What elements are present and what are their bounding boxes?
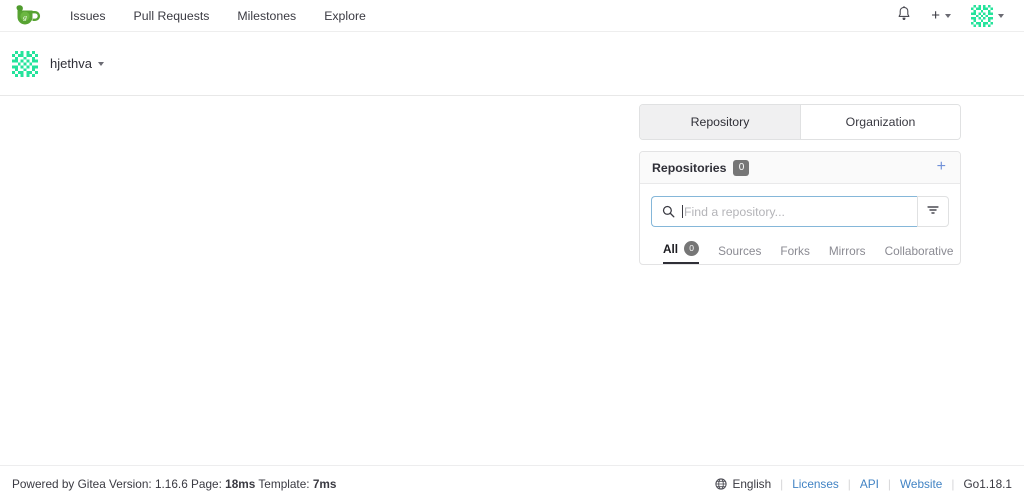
footer-powered-prefix: Powered by Gitea Version: 1.16.6 Page: (12, 476, 222, 491)
footer-link-api[interactable]: API (860, 477, 879, 491)
filter-tab-all[interactable]: All 0 (663, 241, 700, 264)
identicon-avatar (971, 4, 993, 27)
filter-tab-all-badge: 0 (684, 241, 700, 256)
footer-go-version: Go1.18.1 (963, 476, 1012, 491)
footer-divider: | (951, 476, 955, 491)
repository-search-row: Find a repository... (651, 196, 949, 227)
filter-tab-collaborative[interactable]: Collaborative (885, 244, 954, 264)
repositories-card-header: Repositories 0 + (640, 152, 960, 184)
footer-template-prefix: Template: (258, 476, 310, 491)
footer-page-time: 18ms (225, 476, 256, 491)
text-cursor (682, 205, 683, 218)
repositories-card-body: Find a repository... All 0 Sources Forks… (640, 184, 960, 264)
footer-version-info: Powered by Gitea Version: 1.16.6 Page: 1… (12, 477, 336, 491)
nav-item-milestones-label: Milestones (237, 8, 297, 23)
filter-tab-sources[interactable]: Sources (718, 244, 761, 264)
username-label: hjethva (50, 56, 92, 71)
avatar (12, 50, 38, 77)
plus-icon: + (931, 7, 940, 24)
context-switcher[interactable]: hjethva (12, 50, 104, 77)
repositories-count-badge: 0 (733, 159, 750, 176)
tab-organization[interactable]: Organization (800, 105, 960, 139)
footer-link-website[interactable]: Website (900, 477, 942, 491)
language-label: English (732, 476, 772, 491)
nav-item-issues-label: Issues (70, 8, 106, 23)
scope-tabbar: Repository Organization (639, 104, 961, 140)
nav-item-pull-requests-label: Pull Requests (133, 8, 210, 23)
page-root: g Issues Pull Requests Milestones Explor… (0, 0, 1024, 501)
repositories-card: Repositories 0 + Find a repository... Al… (639, 151, 961, 265)
nav-item-explore-label: Explore (324, 8, 366, 23)
footer-divider: | (847, 476, 851, 491)
top-navbar: g Issues Pull Requests Milestones Explor… (0, 0, 1024, 32)
user-menu-button[interactable] (961, 0, 1014, 32)
filter-button[interactable] (917, 196, 949, 227)
filter-tab-forks[interactable]: Forks (780, 244, 810, 264)
filter-tab-all-label: All (663, 241, 679, 256)
search-placeholder-text: Find a repository... (684, 204, 785, 219)
context-header: hjethva (0, 32, 1024, 96)
nav-item-pull-requests[interactable]: Pull Requests (120, 0, 224, 32)
tab-organization-label: Organization (845, 115, 916, 129)
footer-divider: | (887, 476, 891, 491)
notifications-button[interactable] (887, 0, 921, 32)
filter-tab-mirrors[interactable]: Mirrors (829, 244, 866, 264)
chevron-down-icon (945, 13, 951, 18)
nav-item-milestones[interactable]: Milestones (223, 0, 310, 32)
tab-repository-label: Repository (690, 115, 750, 129)
dashboard-right-column: Repository Organization Repositories 0 + (639, 104, 961, 265)
page-footer: Powered by Gitea Version: 1.16.6 Page: 1… (0, 465, 1024, 501)
tab-repository[interactable]: Repository (640, 105, 800, 139)
filter-tab-mirrors-label: Mirrors (828, 244, 866, 258)
filter-icon (926, 203, 940, 221)
svg-text:g: g (23, 12, 27, 21)
chevron-down-icon (97, 61, 104, 66)
search-input[interactable]: Find a repository... (651, 196, 917, 227)
filter-tab-sources-label: Sources (718, 244, 762, 258)
repositories-title: Repositories (652, 160, 727, 175)
navbar-right-actions: + (887, 0, 1014, 32)
footer-template-time: 7ms (312, 476, 337, 491)
filter-tab-forks-label: Forks (780, 244, 810, 258)
footer-link-licenses[interactable]: Licenses (792, 477, 839, 491)
nav-item-issues[interactable]: Issues (56, 0, 120, 32)
filter-tab-collaborative-label: Collaborative (884, 244, 954, 258)
nav-item-explore[interactable]: Explore (310, 0, 380, 32)
footer-links: English | Licenses | API | Website | Go1… (715, 477, 1012, 491)
create-new-button[interactable]: + (921, 0, 961, 32)
bell-icon (897, 5, 911, 26)
gitea-logo-icon[interactable]: g (12, 3, 42, 29)
chevron-down-icon (998, 13, 1004, 18)
search-icon (662, 205, 675, 218)
globe-icon (715, 477, 728, 490)
new-repository-button[interactable]: + (935, 157, 948, 179)
repository-filter-tabs: All 0 Sources Forks Mirrors Collaborativ… (651, 236, 953, 264)
language-selector[interactable]: English (715, 477, 771, 491)
footer-divider: | (780, 476, 784, 491)
